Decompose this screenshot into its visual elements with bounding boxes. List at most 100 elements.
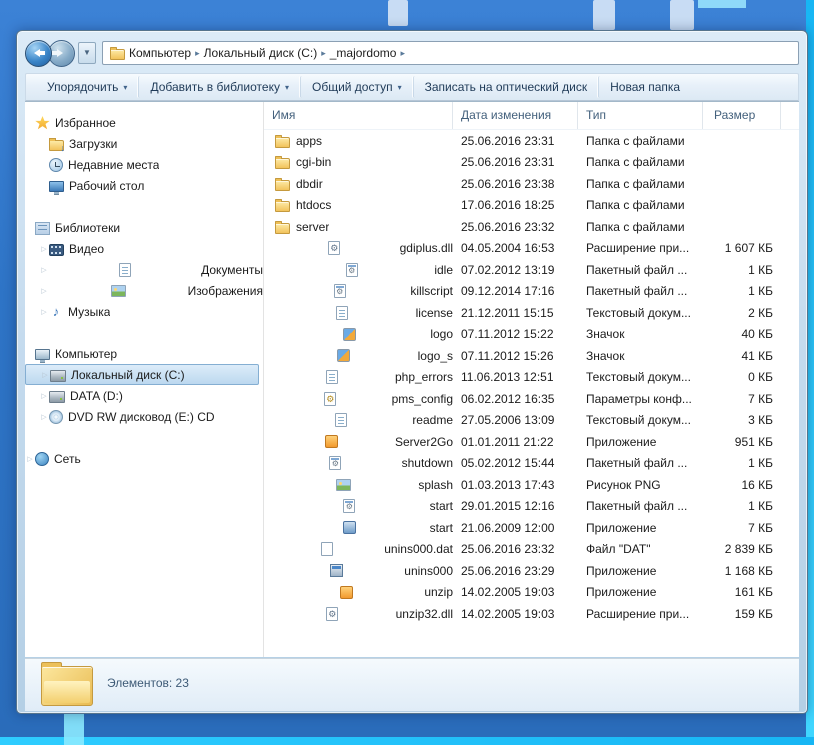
sidebar-item[interactable]: ▷Локальный диск (C:) — [25, 364, 259, 385]
expand-arrow-icon[interactable]: ▷ — [39, 308, 49, 316]
sidebar-item[interactable]: ▷Музыка — [25, 301, 263, 322]
expand-arrow-icon[interactable]: ▷ — [39, 287, 49, 295]
file-row[interactable]: license21.12.2011 15:15Текстовый докум..… — [264, 302, 799, 324]
file-row[interactable]: php_errors11.06.2013 12:51Текстовый доку… — [264, 367, 799, 389]
file-row[interactable]: idle07.02.2012 13:19Пакетный файл ...1 К… — [264, 259, 799, 281]
file-type: Пакетный файл ... — [578, 284, 703, 298]
content-area: ИзбранноеЗагрузкиНедавние местаРабочий с… — [25, 101, 799, 657]
file-row[interactable]: pms_config06.02.2012 16:35Параметры конф… — [264, 388, 799, 410]
file-row[interactable]: dbdir25.06.2016 23:38Папка с файлами — [264, 173, 799, 195]
file-row[interactable]: unzip14.02.2005 19:03Приложение161 КБ — [264, 582, 799, 604]
expand-arrow-icon[interactable]: ▷ — [25, 455, 35, 463]
file-row[interactable]: logo_s07.11.2012 15:26Значок41 КБ — [264, 345, 799, 367]
toolbar-button[interactable]: Добавить в библиотеку▾ — [138, 76, 300, 98]
expand-arrow-icon[interactable]: ▷ — [40, 371, 50, 379]
file-row[interactable]: logo07.11.2012 15:22Значок40 КБ — [264, 324, 799, 346]
ico-icon — [337, 349, 350, 362]
bat-icon — [343, 499, 355, 513]
sidebar-item[interactable]: ▷Сеть — [25, 448, 263, 469]
sidebar-item[interactable]: ▷DATA (D:) — [25, 385, 263, 406]
file-date: 25.06.2016 23:29 — [453, 564, 578, 578]
sidebar-section: ИзбранноеЗагрузкиНедавние местаРабочий с… — [25, 112, 263, 196]
file-row[interactable]: splash01.03.2013 17:43Рисунок PNG16 КБ — [264, 474, 799, 496]
file-size: 1 607 КБ — [703, 241, 781, 255]
expand-arrow-icon[interactable]: ▷ — [39, 245, 49, 253]
file-size: 16 КБ — [703, 478, 781, 492]
forward-button[interactable] — [48, 40, 75, 67]
sidebar-item[interactable]: Недавние места — [25, 154, 263, 175]
file-row[interactable]: start29.01.2015 12:16Пакетный файл ...1 … — [264, 496, 799, 518]
address-bar[interactable]: Компьютер▸Локальный диск (C:)▸_majordomo… — [102, 41, 799, 65]
sidebar-item[interactable]: ▷Видео — [25, 238, 263, 259]
file-row[interactable]: readme27.05.2006 13:09Текстовый докум...… — [264, 410, 799, 432]
breadcrumb-separator-icon[interactable]: ▸ — [317, 48, 330, 59]
folder-icon — [275, 223, 290, 234]
app-orange-icon — [340, 586, 353, 599]
column-header[interactable]: Тип — [578, 102, 703, 129]
sidebar-item[interactable]: ▷DVD RW дисковод (E:) CD — [25, 406, 263, 427]
sidebar-item[interactable]: Библиотеки — [25, 217, 263, 238]
toolbar-button[interactable]: Новая папка — [598, 76, 691, 98]
column-header[interactable]: Размер — [703, 102, 781, 129]
file-date: 21.06.2009 12:00 — [453, 521, 578, 535]
file-row[interactable]: htdocs17.06.2016 18:25Папка с файлами — [264, 195, 799, 217]
toolbar-button[interactable]: Упорядочить▾ — [36, 76, 138, 98]
file-name: php_errors — [395, 370, 453, 384]
breadcrumb-item[interactable]: Локальный диск (C:) — [204, 46, 318, 60]
toolbar-button[interactable]: Общий доступ▾ — [300, 76, 413, 98]
file-date: 25.06.2016 23:32 — [453, 220, 578, 234]
file-name-cell: gdiplus.dll — [264, 241, 453, 255]
sidebar-item-label: Компьютер — [55, 347, 117, 361]
back-button[interactable] — [25, 40, 52, 67]
file-date: 11.06.2013 12:51 — [453, 370, 578, 384]
file-row[interactable]: start21.06.2009 12:00Приложение7 КБ — [264, 517, 799, 539]
ico-icon — [343, 328, 356, 341]
sidebar-item[interactable]: Рабочий стол — [25, 175, 263, 196]
file-type: Папка с файлами — [578, 198, 703, 212]
breadcrumb-item[interactable]: _majordomo — [330, 46, 397, 60]
breadcrumb-separator-icon[interactable]: ▸ — [191, 48, 204, 59]
file-type: Расширение при... — [578, 607, 703, 621]
expand-arrow-icon[interactable]: ▷ — [39, 413, 49, 421]
breadcrumb-separator-icon[interactable]: ▸ — [396, 48, 409, 59]
sidebar-item[interactable]: Загрузки — [25, 133, 263, 154]
file-type: Расширение при... — [578, 241, 703, 255]
file-name: unins000 — [404, 564, 453, 578]
file-date: 14.02.2005 19:03 — [453, 607, 578, 621]
column-header[interactable]: Дата изменения — [453, 102, 578, 129]
file-row[interactable]: shutdown05.02.2012 15:44Пакетный файл ..… — [264, 453, 799, 475]
file-row[interactable]: server25.06.2016 23:32Папка с файлами — [264, 216, 799, 238]
folder-icon — [275, 201, 290, 212]
file-row[interactable]: gdiplus.dll04.05.2004 16:53Расширение пр… — [264, 238, 799, 260]
txt-icon — [336, 306, 348, 320]
file-row[interactable]: unins000.dat25.06.2016 23:32Файл "DAT"2 … — [264, 539, 799, 561]
file-row[interactable]: unzip32.dll14.02.2005 19:03Расширение пр… — [264, 603, 799, 625]
file-row[interactable]: Server2Go01.01.2011 21:22Приложение951 К… — [264, 431, 799, 453]
file-size: 1 КБ — [703, 263, 781, 277]
file-type: Папка с файлами — [578, 220, 703, 234]
file-name-cell: php_errors — [264, 370, 453, 384]
file-row[interactable]: cgi-bin25.06.2016 23:31Папка с файлами — [264, 152, 799, 174]
dvd-icon — [49, 410, 63, 424]
expand-arrow-icon[interactable]: ▷ — [39, 266, 49, 274]
sidebar-item[interactable]: Компьютер — [25, 343, 263, 364]
recent-pages-dropdown[interactable]: ▼ — [78, 42, 96, 64]
breadcrumb-item[interactable]: Компьютер — [129, 46, 191, 60]
sidebar-item[interactable]: ▷Документы — [25, 259, 263, 280]
file-row[interactable]: killscript09.12.2014 17:16Пакетный файл … — [264, 281, 799, 303]
file-type: Приложение — [578, 521, 703, 535]
toolbar-button[interactable]: Записать на оптический диск — [413, 76, 599, 98]
file-date: 25.06.2016 23:38 — [453, 177, 578, 191]
sidebar-item[interactable]: ▷Изображения — [25, 280, 263, 301]
file-row[interactable]: apps25.06.2016 23:31Папка с файлами — [264, 130, 799, 152]
sidebar-item[interactable]: Избранное — [25, 112, 263, 133]
file-row[interactable]: unins00025.06.2016 23:29Приложение1 168 … — [264, 560, 799, 582]
item-count: Элементов: 23 — [107, 676, 189, 690]
file-type: Параметры конф... — [578, 392, 703, 406]
column-header[interactable]: Имя — [264, 102, 453, 129]
folder-icon — [110, 49, 125, 60]
file-date: 04.05.2004 16:53 — [453, 241, 578, 255]
sidebar-item-label: Библиотеки — [55, 221, 120, 235]
expand-arrow-icon[interactable]: ▷ — [39, 392, 49, 400]
file-name-cell: start — [264, 499, 453, 513]
